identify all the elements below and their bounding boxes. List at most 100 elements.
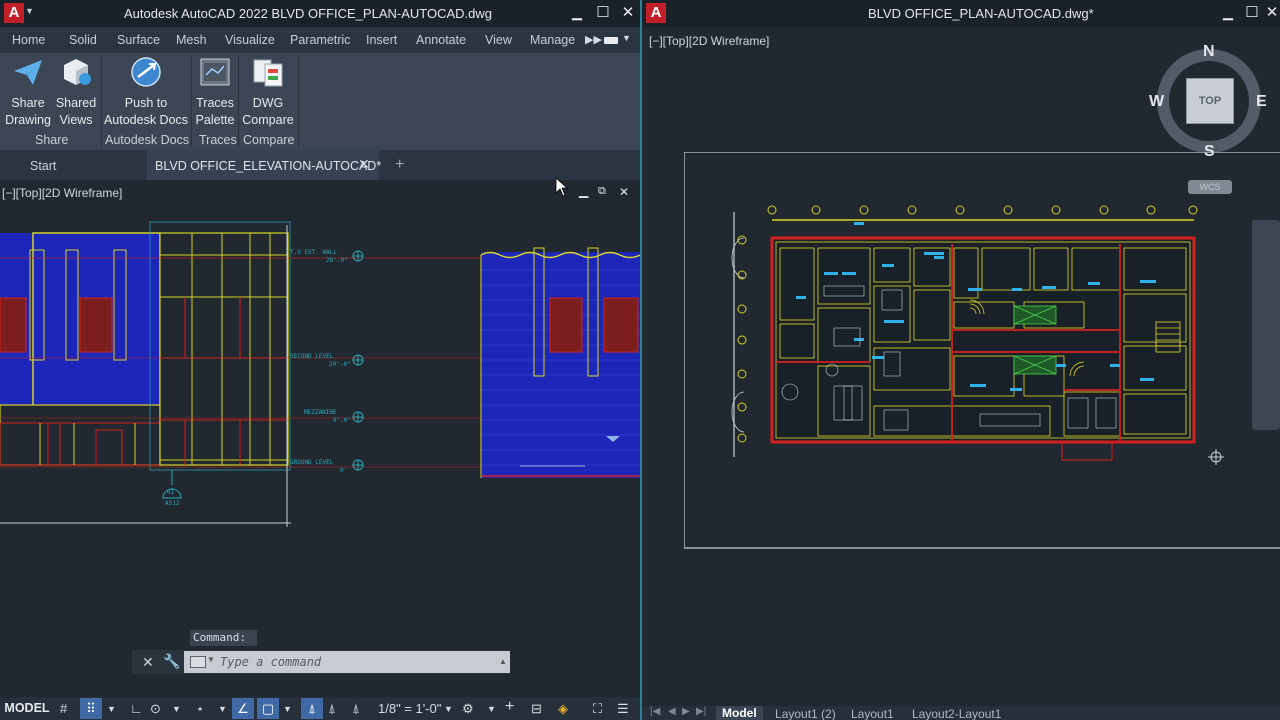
ribbon-toggle-caret-icon[interactable]: ▼	[622, 33, 631, 43]
application-menu-caret-icon[interactable]: ▼	[25, 6, 34, 16]
wrench-icon[interactable]: 🔧	[163, 653, 180, 670]
annotation-scale-value[interactable]: 1/8" = 1'-0"	[378, 701, 441, 716]
ortho-mode-icon[interactable]: ∟	[130, 701, 143, 716]
tab-surface[interactable]: Surface	[117, 33, 160, 47]
close-button[interactable]: ✕	[1262, 3, 1280, 23]
more-tabs-icon[interactable]: ▶▶	[585, 33, 602, 46]
viewport-close-icon[interactable]: ✕	[619, 185, 629, 199]
ribbon-group-divider	[191, 55, 192, 147]
ground-level-label: GROUND LEVEL	[290, 459, 334, 466]
shared-views-button[interactable]: Shared Views	[53, 55, 99, 129]
grid-icon[interactable]: #	[60, 701, 67, 716]
command-prompt-icon[interactable]	[190, 656, 206, 668]
auto-scale-icon[interactable]: ⍋	[328, 701, 336, 717]
document-tabs: Start BLVD OFFICE_ELEVATION-AUTOCAD* ✕ +	[0, 150, 640, 180]
minimize-button[interactable]: ▁	[1218, 3, 1238, 23]
tab-elevation-drawing[interactable]: BLVD OFFICE_ELEVATION-AUTOCAD* ✕	[147, 150, 382, 180]
tab-elevation-label: BLVD OFFICE_ELEVATION-AUTOCAD*	[155, 159, 382, 173]
command-prompt-caret-icon[interactable]: ▼	[207, 655, 215, 664]
workspace-gear-icon[interactable]: ⚙	[462, 701, 474, 717]
close-button[interactable]: ✕	[618, 3, 638, 23]
dwg-compare-label-2: Compare	[242, 113, 294, 127]
compass-west[interactable]: W	[1149, 93, 1164, 111]
title-bar: A ▼ Autodesk AutoCAD 2022 BLVD OFFICE_PL…	[0, 0, 640, 27]
polar-tracking-icon[interactable]: ⊙	[150, 701, 161, 717]
snap-mode-icon[interactable]: ⠿	[80, 698, 102, 719]
tab-mesh[interactable]: Mesh	[176, 33, 207, 47]
dwg-compare-button[interactable]: DWG Compare	[240, 55, 296, 129]
tab-home[interactable]: Home	[12, 33, 45, 47]
tab-parametric[interactable]: Parametric	[290, 33, 350, 47]
ribbon-toggle-icon[interactable]	[604, 37, 618, 44]
tab-solid[interactable]: Solid	[69, 33, 97, 47]
push-docs-label-1: Push to	[124, 96, 168, 110]
traces-palette-button[interactable]: Traces Palette	[193, 55, 237, 129]
command-history-label: Command:	[190, 630, 257, 646]
model-space-toggle[interactable]: MODEL	[0, 697, 54, 720]
minimize-button[interactable]: ▁	[567, 3, 587, 23]
prev-layout-icon[interactable]: ◀	[668, 706, 676, 717]
tab-start[interactable]: Start	[30, 159, 56, 173]
isodraft-caret-icon[interactable]: ▼	[218, 704, 227, 714]
quick-properties-icon[interactable]: ◈	[558, 701, 568, 717]
title-bar: A BLVD OFFICE_PLAN-AUTOCAD.dwg* ▁ ☐ ✕	[642, 0, 1280, 27]
tab-layout2-layout1[interactable]: Layout2-Layout1	[912, 707, 1001, 720]
section-marker-number: 01	[167, 489, 175, 496]
workspace-caret-icon[interactable]: ▼	[487, 704, 496, 714]
tab-annotate[interactable]: Annotate	[416, 33, 466, 47]
isodraft-icon[interactable]: ⋆	[196, 701, 204, 717]
tab-visualize[interactable]: Visualize	[225, 33, 275, 47]
viewport-restore-icon[interactable]: ⧉	[598, 185, 606, 198]
close-tab-icon[interactable]: ✕	[358, 156, 370, 173]
units-icon[interactable]: ⊟	[531, 701, 542, 717]
tab-layout1-2[interactable]: Layout1 (2)	[775, 707, 836, 720]
first-layout-icon[interactable]: |◀	[650, 706, 660, 717]
tab-model[interactable]: Model	[716, 706, 763, 720]
viewport-controls-label[interactable]: [−][Top][2D Wireframe]	[2, 186, 122, 200]
command-history-arrow-icon[interactable]: ▲	[499, 657, 507, 666]
maximize-button[interactable]: ☐	[593, 3, 613, 23]
object-snap-icon[interactable]: ▢	[257, 698, 279, 719]
share-drawing-button[interactable]: Share Drawing	[5, 55, 51, 129]
polar-caret-icon[interactable]: ▼	[172, 704, 181, 714]
tab-manage[interactable]: Manage	[530, 33, 575, 47]
tab-insert[interactable]: Insert	[366, 33, 397, 47]
compass-north[interactable]: N	[1203, 43, 1215, 61]
customization-menu-icon[interactable]: ☰	[617, 701, 629, 717]
mezzanine-value: 9'-0"	[333, 417, 352, 424]
command-input[interactable]	[184, 651, 510, 673]
floor-plan-drawing[interactable]	[684, 152, 1280, 552]
window-title: Autodesk AutoCAD 2022 BLVD OFFICE_PLAN-A…	[124, 6, 493, 21]
close-command-line-icon[interactable]: ✕	[142, 654, 154, 671]
push-to-docs-button[interactable]: Push to Autodesk Docs	[103, 55, 189, 129]
shared-views-label-1: Shared	[55, 96, 97, 110]
object-snap-tracking-icon[interactable]: ∠	[232, 698, 254, 719]
snap-caret-icon[interactable]: ▼	[107, 704, 116, 714]
traces-palette-icon	[198, 55, 232, 89]
clean-screen-icon[interactable]: ⛶	[593, 701, 602, 717]
drawing-canvas[interactable]: T.O EXT. WALL 28'-0" SECOND LEVEL 20'-0"…	[0, 177, 640, 697]
next-layout-icon[interactable]: ▶	[682, 706, 690, 717]
maximize-button[interactable]: ☐	[1242, 3, 1262, 23]
compass-east[interactable]: E	[1256, 93, 1267, 111]
new-tab-plus-icon[interactable]: +	[395, 156, 404, 174]
viewport-minimize-icon[interactable]: ▁	[579, 184, 588, 198]
osnap-caret-icon[interactable]: ▼	[283, 704, 292, 714]
second-level-label: SECOND LEVEL	[290, 353, 334, 360]
viewport-controls-label[interactable]: [−][Top][2D Wireframe]	[649, 34, 769, 48]
group-autodesk-docs-label: Autodesk Docs	[105, 133, 190, 147]
last-layout-icon[interactable]: ▶|	[696, 706, 706, 717]
scale-caret-icon[interactable]: ▼	[444, 704, 453, 714]
autocad-logo-icon[interactable]: A	[646, 3, 666, 23]
viewcube-top-face[interactable]: TOP	[1187, 79, 1233, 123]
command-line: ✕ 🔧 ▼ ▲	[132, 650, 510, 674]
viewcube[interactable]: TOP N S W E	[1149, 42, 1267, 160]
annotation-monitor-plus-icon[interactable]: +	[505, 698, 514, 716]
ribbon-group-divider	[101, 55, 102, 147]
autocad-logo-icon[interactable]: A	[4, 3, 24, 23]
annotation-visibility-icon[interactable]: ⍋	[301, 698, 323, 719]
tab-view[interactable]: View	[485, 33, 512, 47]
annotation-scale-icon[interactable]: ⍋	[352, 701, 360, 717]
shared-views-label-2: Views	[59, 113, 93, 127]
tab-layout1[interactable]: Layout1	[851, 707, 894, 720]
